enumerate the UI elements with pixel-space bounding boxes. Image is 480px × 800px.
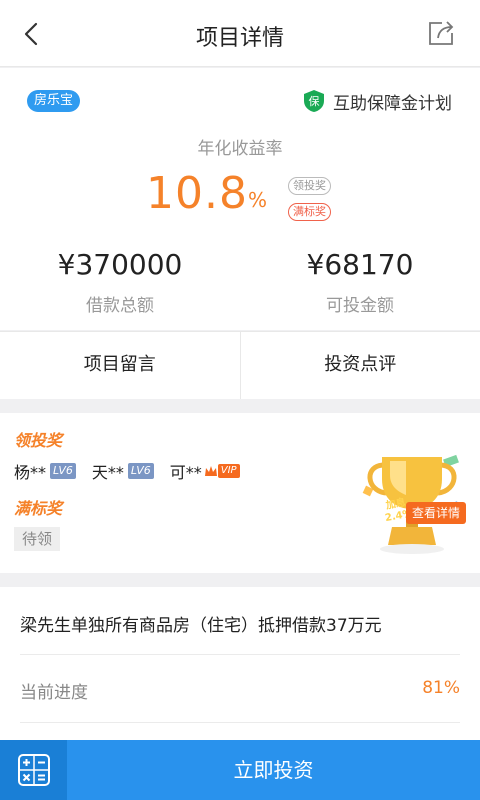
guarantee-plan[interactable]: 保 互助保障金计划 bbox=[303, 88, 452, 114]
invest-reward-title: 领投奖 bbox=[14, 431, 63, 450]
nav-bar: 项目详情 bbox=[0, 0, 480, 67]
available-amount: ¥68170 可投金额 bbox=[240, 248, 480, 316]
full-reward-badge: 满标奖 bbox=[288, 203, 331, 221]
invest-reward-badge: 领投奖 bbox=[288, 177, 331, 195]
view-details-button[interactable]: 查看详情 bbox=[406, 502, 467, 524]
loan-summary: 房乐宝 保 互助保障金计划 年化收益率 10.8 % 领投奖 满标奖 ¥3700… bbox=[0, 68, 480, 330]
product-tag: 房乐宝 bbox=[27, 90, 81, 112]
rate-unit: % bbox=[248, 188, 268, 212]
vip-badge: VIP bbox=[204, 464, 240, 478]
invest-now-button[interactable]: 立即投资 bbox=[67, 740, 480, 800]
share-icon bbox=[429, 21, 454, 45]
level-badge: LV6 bbox=[50, 463, 76, 479]
calculator-button[interactable] bbox=[0, 740, 67, 800]
share-button[interactable] bbox=[424, 16, 458, 50]
full-reward-title: 满标奖 bbox=[14, 499, 63, 518]
winner-list: 杨** LV6 天** LV6 可** VIP bbox=[14, 459, 256, 483]
level-badge: LV6 bbox=[127, 463, 154, 479]
winner-item: 可** VIP bbox=[170, 459, 240, 483]
shield-icon-text: 保 bbox=[309, 94, 320, 108]
total-amount-value: ¥370000 bbox=[57, 248, 183, 281]
page-title: 项目详情 bbox=[195, 26, 284, 51]
divider bbox=[20, 654, 460, 655]
vip-label: VIP bbox=[217, 464, 240, 478]
bottom-bar: 立即投资 bbox=[0, 740, 480, 800]
guarantee-label: 互助保障金计划 bbox=[333, 93, 452, 114]
rate-value: 10.8 bbox=[146, 168, 248, 219]
rate-label: 年化收益率 bbox=[197, 139, 283, 159]
winner-item: 杨** LV6 bbox=[14, 459, 76, 483]
project-comments-button[interactable]: 项目留言 bbox=[0, 332, 240, 399]
project-title: 梁先生单独所有商品房（住宅）抵押借款37万元 bbox=[20, 616, 382, 636]
total-amount-label: 借款总额 bbox=[86, 296, 154, 316]
winner-name: 天** bbox=[91, 463, 124, 482]
progress-value: 81% bbox=[422, 678, 460, 698]
winner-name: 可** bbox=[169, 463, 202, 482]
action-tabs: 项目留言 投资点评 bbox=[0, 331, 480, 399]
shield-icon: 保 bbox=[304, 90, 324, 112]
available-amount-label: 可投金额 bbox=[326, 296, 394, 316]
winner-item: 天** LV6 bbox=[92, 459, 154, 483]
project-info: 梁先生单独所有商品房（住宅）抵押借款37万元 当前进度 81% bbox=[0, 587, 480, 740]
pending-status: 待领 bbox=[14, 527, 61, 551]
winner-name: 杨** bbox=[14, 463, 47, 482]
available-amount-value: ¥68170 bbox=[306, 248, 414, 281]
progress-label: 当前进度 bbox=[20, 683, 88, 703]
investment-reviews-button[interactable]: 投资点评 bbox=[239, 332, 480, 399]
divider bbox=[20, 722, 460, 723]
crown-icon bbox=[204, 466, 217, 476]
calculator-icon bbox=[17, 754, 50, 786]
rewards-panel: 领投奖 杨** LV6 天** LV6 可** VIP 满标奖 待领 加息 2.… bbox=[0, 413, 480, 573]
total-amount: ¥370000 借款总额 bbox=[0, 248, 240, 316]
